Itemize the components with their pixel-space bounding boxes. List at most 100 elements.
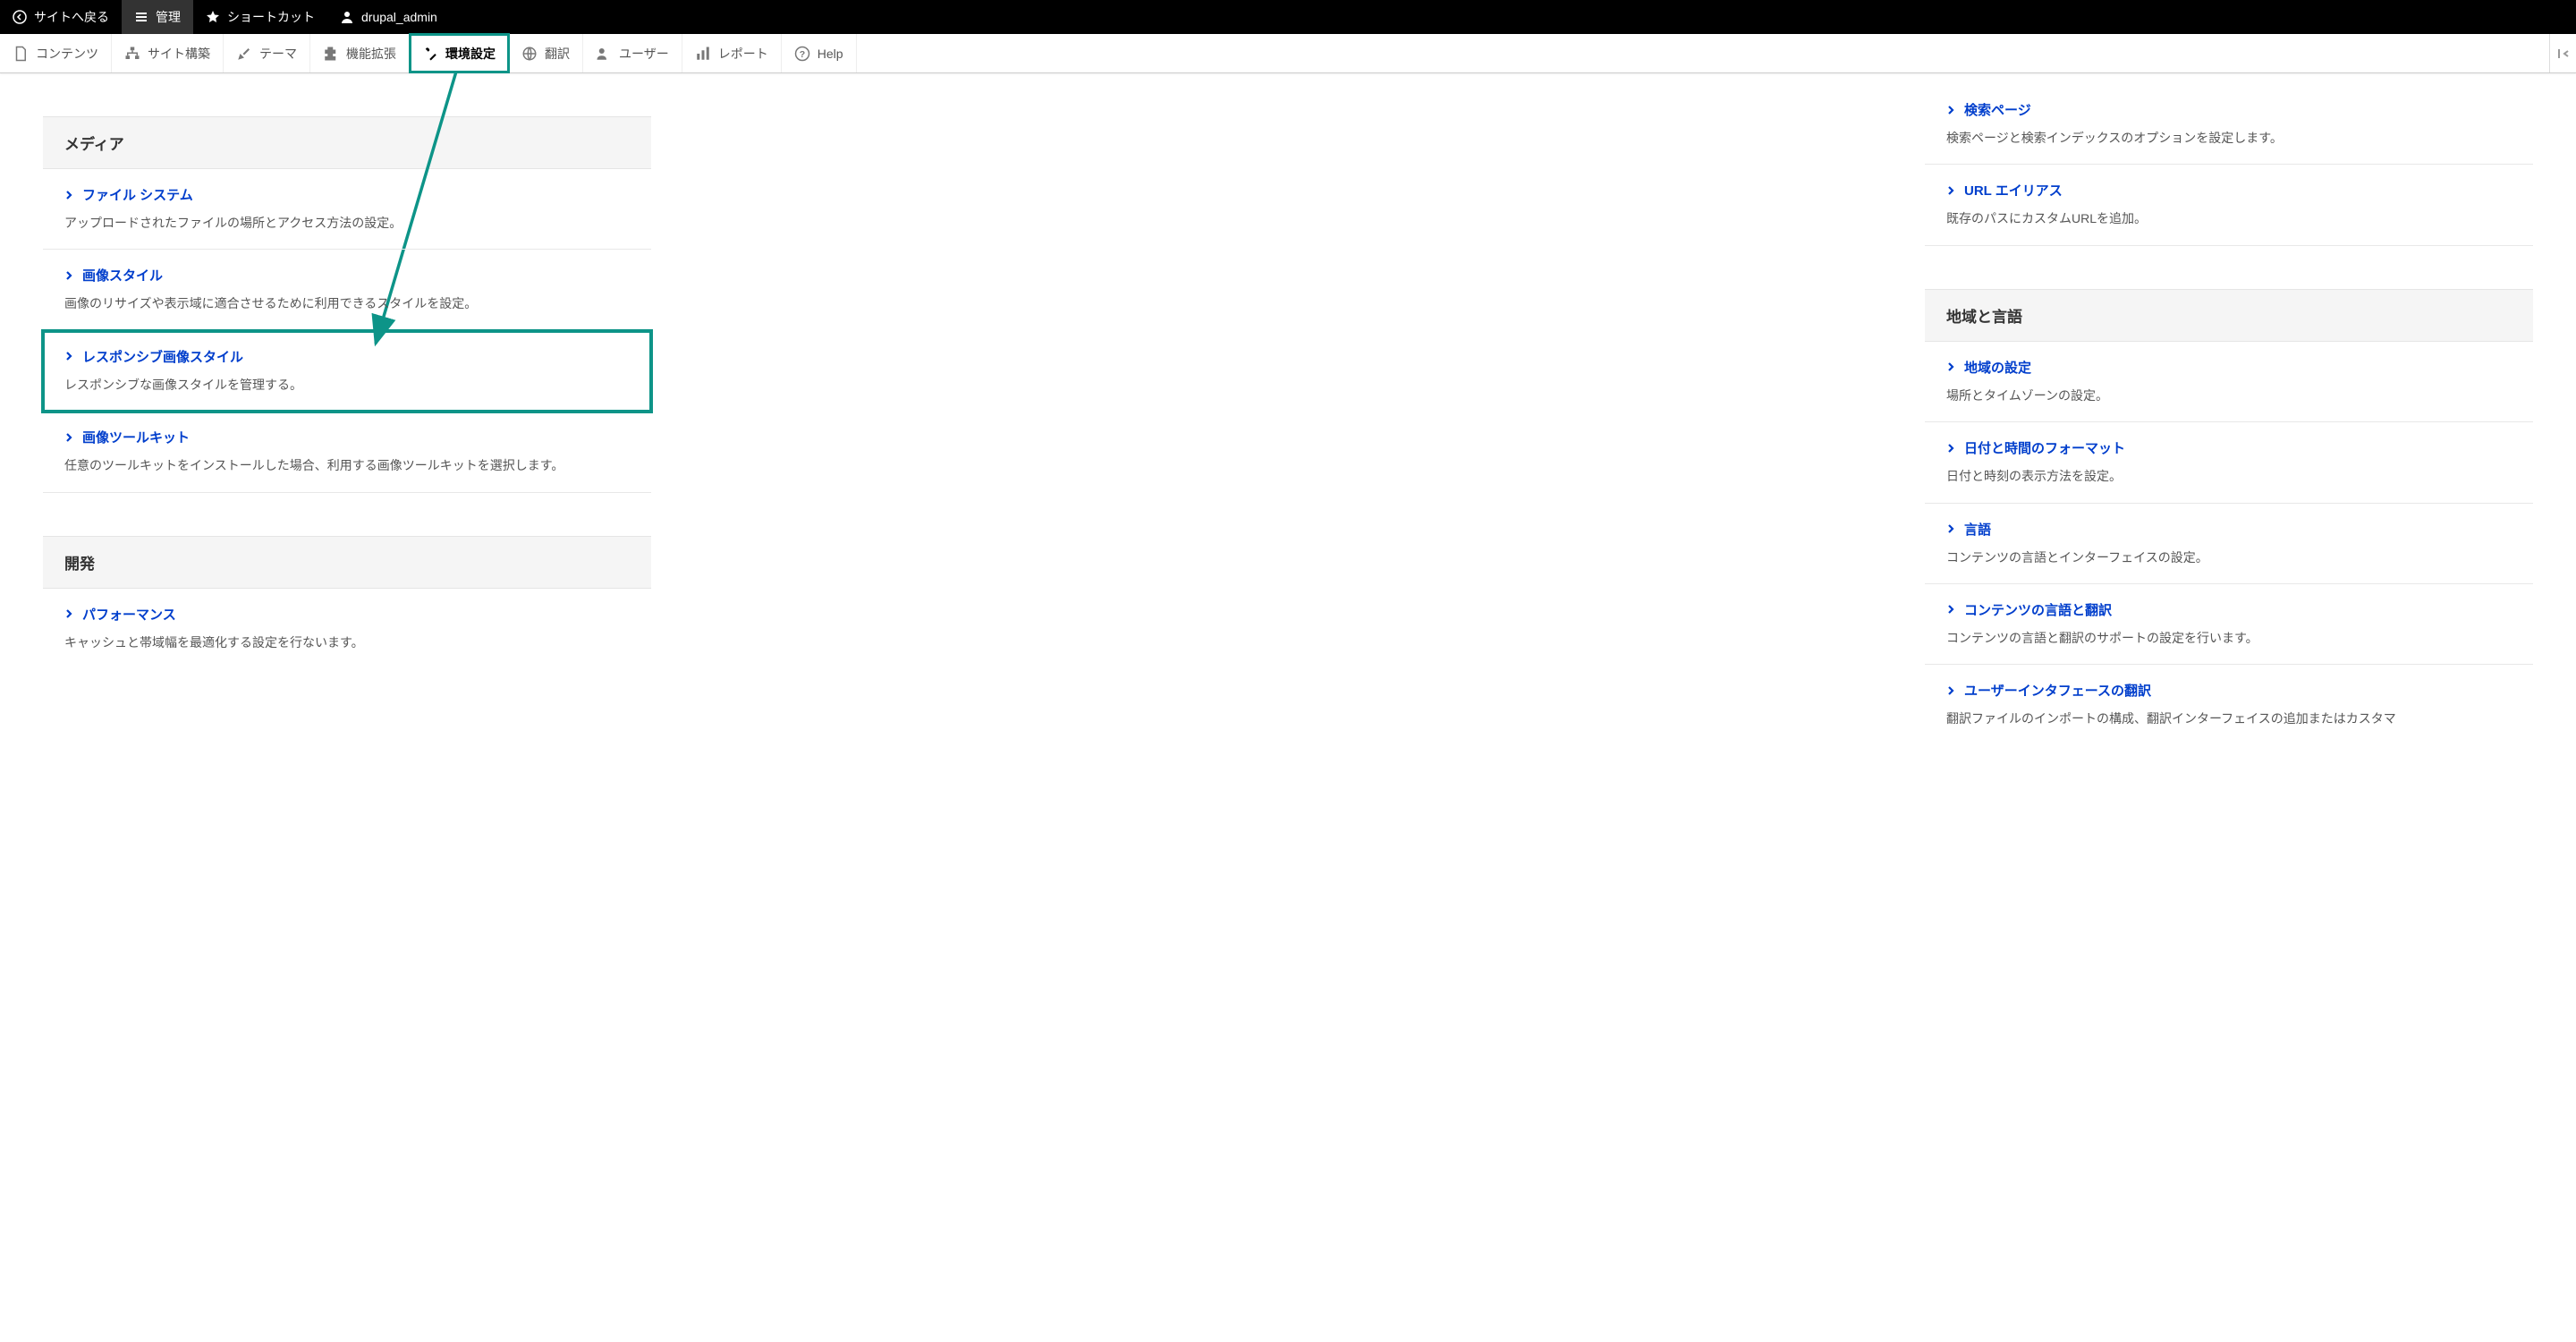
chevron-right-icon: [64, 609, 73, 618]
svg-text:?: ?: [800, 48, 805, 59]
item-url-aliases: URL エイリアス 既存のパスにカスタムURLを追加。: [1925, 165, 2533, 245]
admin-reports[interactable]: レポート: [682, 34, 782, 72]
chevron-right-icon: [1946, 524, 1955, 533]
user-label: drupal_admin: [361, 10, 437, 24]
admin-help[interactable]: ? Help: [782, 34, 857, 72]
item-image-styles: 画像スタイル 画像のリサイズや表示域に適合させるために利用できるスタイルを設定。: [43, 250, 651, 330]
shortcuts-label: ショートカット: [227, 8, 315, 26]
back-label: サイトへ戻る: [34, 8, 109, 26]
section-media-header: メディア: [43, 116, 651, 169]
link-url-aliases[interactable]: URL エイリアス: [1964, 181, 2063, 200]
section-region-header: 地域と言語: [1925, 289, 2533, 342]
extend-icon: [323, 46, 339, 62]
chevron-right-icon: [64, 433, 73, 442]
section-media: メディア ファイル システム アップロードされたファイルの場所とアクセス方法の設…: [43, 116, 651, 493]
desc-search-pages: 検索ページと検索インデックスのオプションを設定します。: [1946, 128, 2533, 148]
admin-content-label: コンテンツ: [36, 45, 98, 63]
user-menu[interactable]: drupal_admin: [327, 0, 450, 34]
item-content-translation: コンテンツの言語と翻訳 コンテンツの言語と翻訳のサポートの設定を行います。: [1925, 584, 2533, 665]
admin-extend[interactable]: 機能拡張: [310, 34, 410, 72]
admin-structure[interactable]: サイト構築: [112, 34, 224, 72]
desc-image-toolkit: 任意のツールキットをインストールした場合、利用する画像ツールキットを選択します。: [64, 455, 651, 475]
link-performance[interactable]: パフォーマンス: [82, 605, 176, 624]
desc-date-format: 日付と時刻の表示方法を設定。: [1946, 466, 2533, 486]
adminbar: コンテンツ サイト構築 テーマ 機能拡張 環境設定 翻訳 ユーザー レポート ?…: [0, 34, 2576, 73]
people-icon: [596, 46, 612, 62]
config-icon: [422, 46, 438, 62]
link-image-toolkit[interactable]: 画像ツールキット: [82, 428, 190, 446]
chevron-right-icon: [1946, 106, 1955, 115]
admin-people-label: ユーザー: [619, 45, 669, 63]
admin-appearance-label: テーマ: [259, 45, 297, 63]
item-file-system: ファイル システム アップロードされたファイルの場所とアクセス方法の設定。: [43, 169, 651, 250]
desc-url-aliases: 既存のパスにカスタムURLを追加。: [1946, 208, 2533, 228]
hamburger-icon: [134, 10, 148, 24]
item-regional-settings: 地域の設定 場所とタイムゾーンの設定。: [1925, 342, 2533, 422]
content-area: メディア ファイル システム アップロードされたファイルの場所とアクセス方法の設…: [0, 73, 2576, 781]
desc-responsive-image-styles: レスポンシブな画像スタイルを管理する。: [64, 375, 651, 395]
topbar: サイトへ戻る 管理 ショートカット drupal_admin: [0, 0, 2576, 34]
desc-performance: キャッシュと帯域幅を最適化する設定を行ないます。: [64, 633, 651, 652]
chevron-right-icon: [64, 352, 73, 361]
section-region: 地域と言語 地域の設定 場所とタイムゾーンの設定。 日付と時間のフォーマット 日…: [1925, 289, 2533, 745]
admin-translate-label: 翻訳: [545, 45, 570, 63]
manage-toggle[interactable]: 管理: [122, 0, 193, 34]
link-search-pages[interactable]: 検索ページ: [1964, 100, 2031, 119]
admin-help-label: Help: [818, 47, 843, 61]
admin-people[interactable]: ユーザー: [583, 34, 682, 72]
chevron-right-icon: [1946, 686, 1955, 695]
manage-label: 管理: [156, 8, 181, 26]
admin-content[interactable]: コンテンツ: [0, 34, 112, 72]
admin-reports-label: レポート: [718, 45, 768, 63]
desc-ui-translation: 翻訳ファイルのインポートの構成、翻訳インターフェイスの追加またはカスタマ: [1946, 709, 2533, 728]
admin-structure-label: サイト構築: [148, 45, 210, 63]
content-icon: [13, 46, 29, 62]
link-image-styles[interactable]: 画像スタイル: [82, 266, 163, 285]
link-languages[interactable]: 言語: [1964, 520, 1991, 539]
desc-file-system: アップロードされたファイルの場所とアクセス方法の設定。: [64, 213, 651, 233]
item-search-pages: 検索ページ 検索ページと検索インデックスのオプションを設定します。: [1925, 84, 2533, 165]
link-responsive-image-styles[interactable]: レスポンシブ画像スタイル: [82, 347, 243, 366]
chevron-right-icon: [64, 191, 73, 200]
desc-content-translation: コンテンツの言語と翻訳のサポートの設定を行います。: [1946, 628, 2533, 648]
link-content-translation[interactable]: コンテンツの言語と翻訳: [1964, 600, 2112, 619]
desc-image-styles: 画像のリサイズや表示域に適合させるために利用できるスタイルを設定。: [64, 293, 651, 313]
user-icon: [340, 10, 354, 24]
item-date-format: 日付と時間のフォーマット 日付と時刻の表示方法を設定。: [1925, 422, 2533, 503]
link-regional-settings[interactable]: 地域の設定: [1964, 358, 2031, 377]
help-icon: ?: [794, 46, 810, 62]
chevron-right-icon: [1946, 362, 1955, 371]
reports-icon: [695, 46, 711, 62]
back-icon: [13, 10, 27, 24]
section-dev: 開発 パフォーマンス キャッシュと帯域幅を最適化する設定を行ないます。: [43, 536, 651, 668]
structure-icon: [124, 46, 140, 62]
item-responsive-image-styles: レスポンシブ画像スタイル レスポンシブな画像スタイルを管理する。: [43, 331, 651, 412]
back-to-site[interactable]: サイトへ戻る: [0, 0, 122, 34]
appearance-icon: [236, 46, 252, 62]
item-image-toolkit: 画像ツールキット 任意のツールキットをインストールした場合、利用する画像ツールキ…: [43, 412, 651, 492]
chevron-right-icon: [1946, 444, 1955, 453]
item-languages: 言語 コンテンツの言語とインターフェイスの設定。: [1925, 504, 2533, 584]
translate-icon: [521, 46, 538, 62]
link-date-format[interactable]: 日付と時間のフォーマット: [1964, 438, 2125, 457]
toolbar-collapse[interactable]: [2549, 34, 2576, 72]
chevron-right-icon: [1946, 605, 1955, 614]
desc-languages: コンテンツの言語とインターフェイスの設定。: [1946, 548, 2533, 567]
admin-config[interactable]: 環境設定: [410, 34, 509, 72]
link-ui-translation[interactable]: ユーザーインタフェースの翻訳: [1964, 681, 2151, 700]
admin-extend-label: 機能拡張: [346, 45, 396, 63]
star-icon: [206, 10, 220, 24]
item-performance: パフォーマンス キャッシュと帯域幅を最適化する設定を行ないます。: [43, 589, 651, 668]
item-ui-translation: ユーザーインタフェースの翻訳 翻訳ファイルのインポートの構成、翻訳インターフェイ…: [1925, 665, 2533, 744]
section-dev-header: 開発: [43, 536, 651, 589]
right-column: 検索ページ 検索ページと検索インデックスのオプションを設定します。 URL エイ…: [1925, 73, 2533, 745]
desc-regional-settings: 場所とタイムゾーンの設定。: [1946, 386, 2533, 405]
chevron-right-icon: [1946, 186, 1955, 195]
admin-translate[interactable]: 翻訳: [509, 34, 583, 72]
shortcuts-toggle[interactable]: ショートカット: [193, 0, 327, 34]
admin-config-label: 環境設定: [445, 45, 496, 63]
left-column: メディア ファイル システム アップロードされたファイルの場所とアクセス方法の設…: [43, 73, 651, 745]
link-file-system[interactable]: ファイル システム: [82, 185, 193, 204]
chevron-right-icon: [64, 271, 73, 280]
admin-appearance[interactable]: テーマ: [224, 34, 310, 72]
